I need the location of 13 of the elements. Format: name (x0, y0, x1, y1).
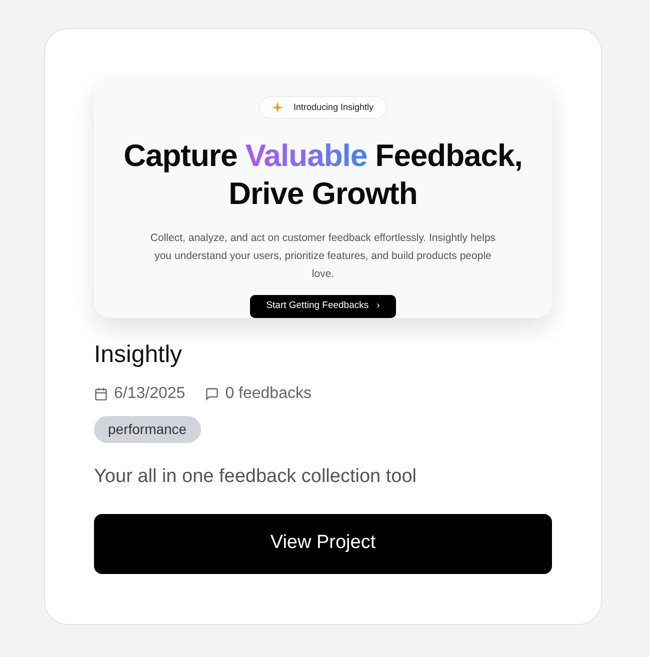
hero-subtitle: Collect, analyze, and act on customer feedback effortlessly. Insightly helps you understand your users, prioritize features, and build products people love. (149, 231, 497, 282)
badge-text: Introducing Insightly (293, 100, 374, 114)
project-title: Insightly (94, 340, 184, 370)
start-button[interactable]: Start Getting Feedbacks › (250, 295, 396, 318)
date-text: 6/13/2025 (114, 384, 186, 404)
headline: Capture Valuable Feedback, Drive Growth (123, 137, 523, 214)
feedback-count: 0 feedbacks (225, 384, 312, 404)
view-project-button[interactable]: View Project (94, 514, 552, 574)
comment-icon (205, 387, 220, 401)
tag: performance (94, 416, 201, 443)
calendar-icon (94, 387, 108, 401)
sparkle-icon (272, 102, 284, 114)
project-description: Your all in one feedback collection tool (94, 465, 418, 489)
